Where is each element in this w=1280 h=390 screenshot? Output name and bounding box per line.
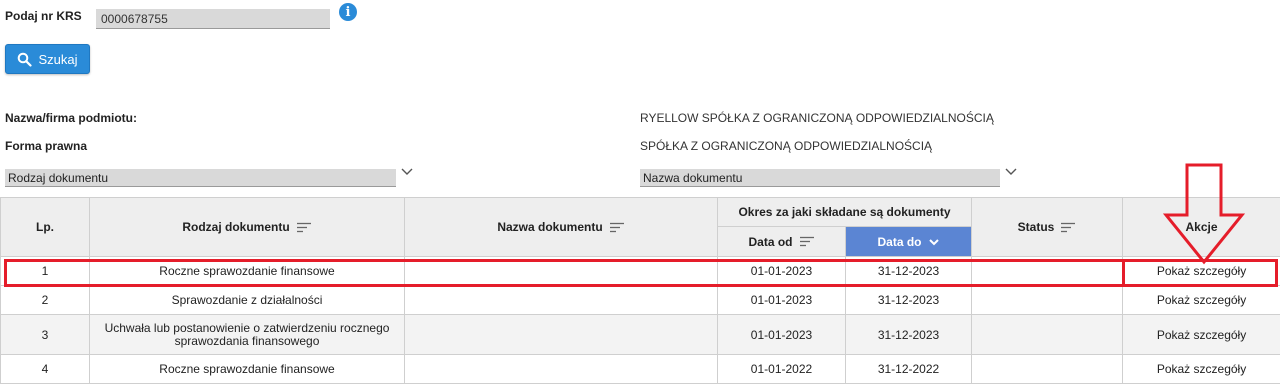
header-doc-type[interactable]: Rodzaj dokumentu: [89, 197, 405, 257]
cell-date-to: 31-12-2023: [844, 285, 973, 315]
cell-doc-type: Sprawozdanie z działalności: [89, 285, 405, 315]
documents-table: Lp. Rodzaj dokumentu Nazwa dokumentu Okr…: [0, 197, 1280, 384]
chevron-down-icon[interactable]: [400, 165, 414, 179]
cell-date-to: 31-12-2023: [844, 256, 973, 286]
sort-lines-icon[interactable]: [1060, 222, 1076, 233]
show-details-link[interactable]: Pokaż szczegóły: [1122, 354, 1280, 384]
sort-lines-icon[interactable]: [296, 222, 312, 233]
cell-date-from: 01-01-2023: [717, 314, 846, 355]
cell-date-to: 31-12-2022: [844, 354, 973, 384]
header-actions: Akcje: [1122, 197, 1280, 257]
legal-form-value: SPÓŁKA Z OGRANICZONĄ ODPOWIEDZIALNOŚCIĄ: [640, 139, 933, 153]
cell-doc-name: [404, 354, 718, 384]
cell-lp: 2: [0, 285, 90, 315]
cell-doc-type: Uchwała lub postanowienie o zatwierdzeni…: [89, 314, 405, 355]
show-details-link[interactable]: Pokaż szczegóły: [1122, 256, 1280, 286]
header-date-from[interactable]: Data od: [717, 226, 846, 257]
cell-doc-name: [404, 256, 718, 286]
sort-lines-icon[interactable]: [799, 236, 815, 247]
cell-date-to: 31-12-2023: [844, 314, 973, 355]
entity-name-value: RYELLOW SPÓŁKA Z OGRANICZONĄ ODPOWIEDZIA…: [640, 111, 994, 125]
doc-type-select[interactable]: Rodzaj dokumentu: [5, 169, 396, 187]
cell-doc-name: [404, 314, 718, 355]
cell-status: [971, 256, 1124, 286]
cell-date-from: 01-01-2023: [717, 285, 846, 315]
table-row: 4 Roczne sprawozdanie finansowe 01-01-20…: [0, 354, 1280, 384]
cell-lp: 3: [0, 314, 90, 355]
header-date-to[interactable]: Data do: [844, 226, 973, 257]
chevron-down-icon[interactable]: [928, 237, 940, 247]
header-lp: Lp.: [0, 197, 90, 257]
cell-status: [971, 314, 1124, 355]
chevron-down-icon[interactable]: [1004, 165, 1018, 179]
cell-status: [971, 354, 1124, 384]
cell-doc-type: Roczne sprawozdanie finansowe: [89, 256, 405, 286]
krs-label: Podaj nr KRS: [5, 9, 82, 23]
header-doc-name[interactable]: Nazwa dokumentu: [404, 197, 718, 257]
show-details-link[interactable]: Pokaż szczegóły: [1122, 285, 1280, 315]
cell-date-from: 01-01-2022: [717, 354, 846, 384]
krs-input[interactable]: [96, 9, 330, 29]
cell-date-from: 01-01-2023: [717, 256, 846, 286]
search-button-label: Szukaj: [38, 51, 78, 67]
show-details-link[interactable]: Pokaż szczegóły: [1122, 314, 1280, 355]
header-status[interactable]: Status: [971, 197, 1124, 257]
header-period: Okres za jaki składane są dokumenty: [716, 197, 973, 227]
doc-name-select[interactable]: Nazwa dokumentu: [640, 169, 1000, 187]
table-row: 1 Roczne sprawozdanie finansowe 01-01-20…: [0, 256, 1280, 286]
cell-doc-type: Roczne sprawozdanie finansowe: [89, 354, 405, 384]
search-icon: [18, 52, 33, 67]
cell-lp: 4: [0, 354, 90, 384]
sort-lines-icon[interactable]: [609, 222, 625, 233]
cell-status: [971, 285, 1124, 315]
table-row: 3 Uchwała lub postanowienie o zatwierdze…: [0, 314, 1280, 355]
search-button[interactable]: Szukaj: [5, 44, 90, 74]
legal-form-label: Forma prawna: [5, 139, 88, 153]
table-row: 2 Sprawozdanie z działalności 01-01-2023…: [0, 285, 1280, 315]
info-icon[interactable]: i: [339, 3, 357, 21]
cell-lp: 1: [0, 256, 90, 286]
cell-doc-name: [404, 285, 718, 315]
entity-name-label: Nazwa/firma podmiotu:: [5, 111, 138, 125]
